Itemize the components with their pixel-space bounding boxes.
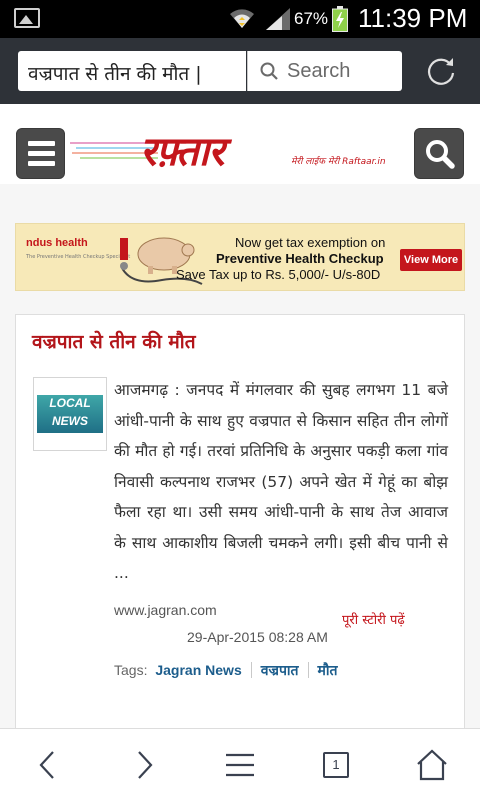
browser-address-bar: वज्रपात से तीन की मौत | Search [0, 38, 480, 104]
tab-count: 1 [332, 757, 340, 772]
site-menu-button[interactable] [16, 128, 65, 179]
tabs-icon: 1 [323, 752, 349, 778]
logo-tagline: मेरी लाईफ मेरी Raftaar.in [291, 157, 386, 167]
menu-icon-bar [28, 151, 55, 156]
menu-icon-bar [28, 141, 55, 146]
clock: 11:39 PM [358, 3, 468, 33]
tags-label: Tags: [114, 662, 148, 678]
signal-icon [266, 8, 290, 30]
tag-link[interactable]: Jagran News [155, 662, 241, 678]
thumb-text-line2: NEWS [52, 414, 88, 428]
ad-banner[interactable]: ndus health The Preventive Health Checku… [15, 223, 465, 291]
article-date: 29-Apr-2015 08:28 AM [187, 629, 328, 645]
ad-view-more-button[interactable]: View More [400, 249, 462, 271]
article-body: आजमगढ़ : जनपद में मंगलवार की सुबह लगभग 1… [114, 381, 448, 582]
forward-icon[interactable] [124, 747, 164, 783]
status-bar: 67% 11:39 PM [0, 0, 480, 38]
image-notification-icon [14, 8, 40, 28]
site-search-button[interactable] [414, 128, 464, 179]
local-news-badge: LOCAL NEWS [37, 395, 103, 433]
ad-line-3: Save Tax up to Rs. 5,000/- U/s-80D [176, 267, 381, 282]
article-tags: Tags: Jagran News वज्रपात मौत [114, 661, 338, 680]
browser-bottom-toolbar: 1 [0, 728, 480, 800]
url-field[interactable]: वज्रपात से तीन की मौत | [18, 51, 246, 91]
menu-icon[interactable] [220, 747, 260, 783]
search-input[interactable]: Search [247, 51, 402, 91]
article-title[interactable]: वज्रपात से तीन की मौत [32, 328, 196, 354]
tag-link[interactable]: मौत [318, 662, 338, 678]
home-icon[interactable] [412, 747, 452, 783]
logo-text: रफ़्तार [140, 128, 224, 175]
wifi-icon [230, 9, 254, 28]
site-header: रफ़्तार मेरी लाईफ मेरी Raftaar.in [0, 104, 480, 184]
search-icon [260, 62, 278, 80]
refresh-icon[interactable] [425, 55, 457, 87]
article-source: www.jagran.com [114, 602, 217, 618]
article-thumbnail[interactable]: LOCAL NEWS [33, 377, 107, 451]
tabs-button[interactable]: 1 [316, 747, 356, 783]
battery-percent: 67% [294, 9, 329, 28]
read-full-story-link[interactable]: पूरी स्टोरी पढ़ें [342, 610, 405, 628]
ad-line-1: Now get tax exemption on [235, 235, 386, 250]
battery-charging-icon [332, 6, 348, 32]
tag-link[interactable]: वज्रपात [261, 662, 299, 678]
back-icon[interactable] [28, 747, 68, 783]
web-page: रफ़्तार मेरी लाईफ मेरी Raftaar.in ndus h… [0, 104, 480, 728]
tag-divider [307, 662, 309, 678]
search-placeholder: Search [287, 60, 351, 82]
ad-line-2: Preventive Health Checkup [216, 251, 384, 266]
menu-icon-bar [28, 161, 55, 166]
article-card: वज्रपात से तीन की मौत LOCAL NEWS आजमगढ़ … [15, 314, 465, 728]
thumb-text-line1: LOCAL [49, 396, 91, 410]
site-logo[interactable]: रफ़्तार मेरी लाईफ मेरी Raftaar.in [70, 126, 410, 176]
ad-brand: ndus health [26, 237, 88, 249]
site-search-icon [426, 140, 455, 169]
tag-divider [250, 662, 252, 678]
